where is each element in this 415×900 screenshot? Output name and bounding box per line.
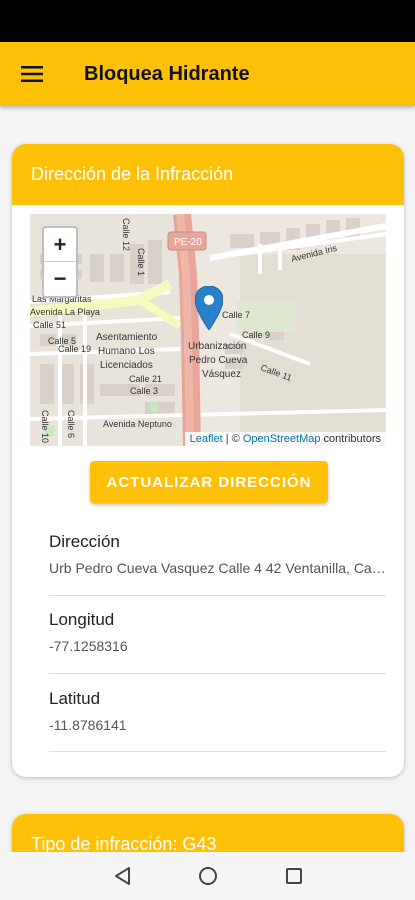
infraction-card-title: Tipo de infracción: G43 (31, 834, 217, 852)
back-button[interactable] (110, 864, 134, 888)
longitude-value: -77.1258316 (49, 638, 128, 654)
infraction-card-header: Tipo de infracción: G43 (12, 814, 404, 852)
address-field: Dirección Urb Pedro Cueva Vasquez Calle … (49, 532, 386, 596)
map-label-calle-19: Calle 19 (58, 344, 91, 354)
page-title: Bloquea Hidrante (84, 62, 250, 85)
address-label: Dirección (49, 532, 120, 551)
map-label-calle-51: Calle 51 (33, 320, 66, 330)
recents-icon (285, 868, 302, 884)
system-nav-bar (0, 852, 415, 900)
app-bar: Bloquea Hidrante (0, 42, 415, 106)
map-label-avenida-neptuno: Avenida Neptuno (103, 419, 172, 429)
map[interactable]: + − PE-20 Las Margaritas Avenida La Play… (30, 214, 386, 446)
map-marker-icon[interactable] (195, 286, 223, 330)
longitude-label: Longitud (49, 610, 115, 629)
attribution-separator: | © (222, 433, 243, 445)
map-label-calle-12: Calle 12 (121, 218, 131, 251)
map-label-vasquez: Vásquez (202, 369, 241, 380)
map-label-calle-7: Calle 7 (222, 310, 250, 320)
map-label-asentamiento: Asentamiento (96, 332, 158, 343)
latitude-field: Latitud -11.8786141 (49, 689, 386, 752)
map-label-pe20: PE-20 (174, 237, 202, 248)
main-content[interactable]: Dirección de la Infracción + − PE-20 Las… (0, 106, 415, 852)
home-button[interactable] (196, 864, 220, 888)
zoom-out-button[interactable]: − (44, 262, 76, 296)
zoom-in-button[interactable]: + (44, 228, 76, 262)
zoom-control: + − (42, 226, 78, 298)
leaflet-link[interactable]: Leaflet (190, 433, 223, 445)
latitude-label: Latitud (49, 689, 101, 708)
map-label-avenida-la-playa: Avenida La Playa (30, 307, 100, 317)
map-label-pedro-cueva: Pedro Cueva (189, 355, 248, 366)
map-attribution: Leaflet | © OpenStreetMap contributors (184, 432, 386, 446)
back-icon (114, 867, 130, 885)
latitude-value: -11.8786141 (49, 717, 127, 733)
map-label-licenciados: Licenciados (100, 360, 153, 371)
map-label-calle-6: Calle 6 (66, 410, 76, 438)
location-card: Dirección de la Infracción + − PE-20 Las… (12, 144, 404, 777)
map-label-calle-10: Calle 10 (40, 410, 50, 443)
location-card-header: Dirección de la Infracción (12, 144, 404, 205)
recents-button[interactable] (282, 864, 306, 888)
update-address-button[interactable]: ACTUALIZAR DIRECCIÓN (90, 461, 328, 503)
home-icon (198, 867, 217, 885)
location-card-title: Dirección de la Infracción (31, 164, 234, 184)
osm-link[interactable]: OpenStreetMap (243, 433, 321, 445)
map-label-calle-9: Calle 9 (242, 330, 270, 340)
map-label-calle-11: Calle 11 (259, 362, 293, 382)
map-label-humano-los: Humano Los (98, 346, 155, 357)
menu-icon (21, 66, 43, 82)
menu-button[interactable] (0, 42, 64, 106)
attribution-suffix: contributors (320, 433, 381, 445)
infraction-card: Tipo de infracción: G43 (12, 814, 404, 852)
map-label-avenida-iris: Avenida Iris (290, 243, 338, 264)
address-value: Urb Pedro Cueva Vasquez Calle 4 42 Venta… (49, 560, 386, 576)
map-label-calle-3: Calle 3 (130, 386, 158, 396)
map-labels: PE-20 Las Margaritas Avenida La Playa As… (30, 218, 338, 443)
map-label-calle-21: Calle 21 (129, 374, 162, 384)
longitude-field: Longitud -77.1258316 (49, 610, 386, 674)
map-label-calle-1: Calle 1 (136, 248, 146, 276)
map-label-urbanizacion: Urbanización (188, 341, 246, 352)
status-bar (0, 0, 415, 42)
